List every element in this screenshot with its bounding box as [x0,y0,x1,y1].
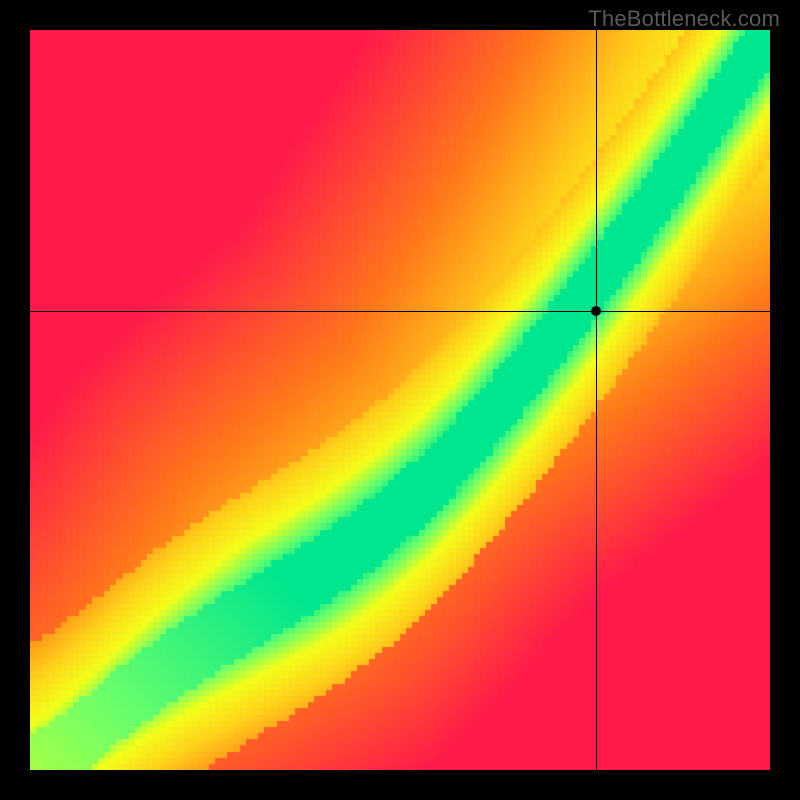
watermark-text: TheBottleneck.com [588,6,780,32]
crosshair-horizontal [30,311,770,312]
crosshair-vertical [596,30,597,770]
chart-frame: TheBottleneck.com [0,0,800,800]
heatmap-canvas [30,30,770,770]
crosshair-marker-dot [591,306,601,316]
plot-area [30,30,770,770]
